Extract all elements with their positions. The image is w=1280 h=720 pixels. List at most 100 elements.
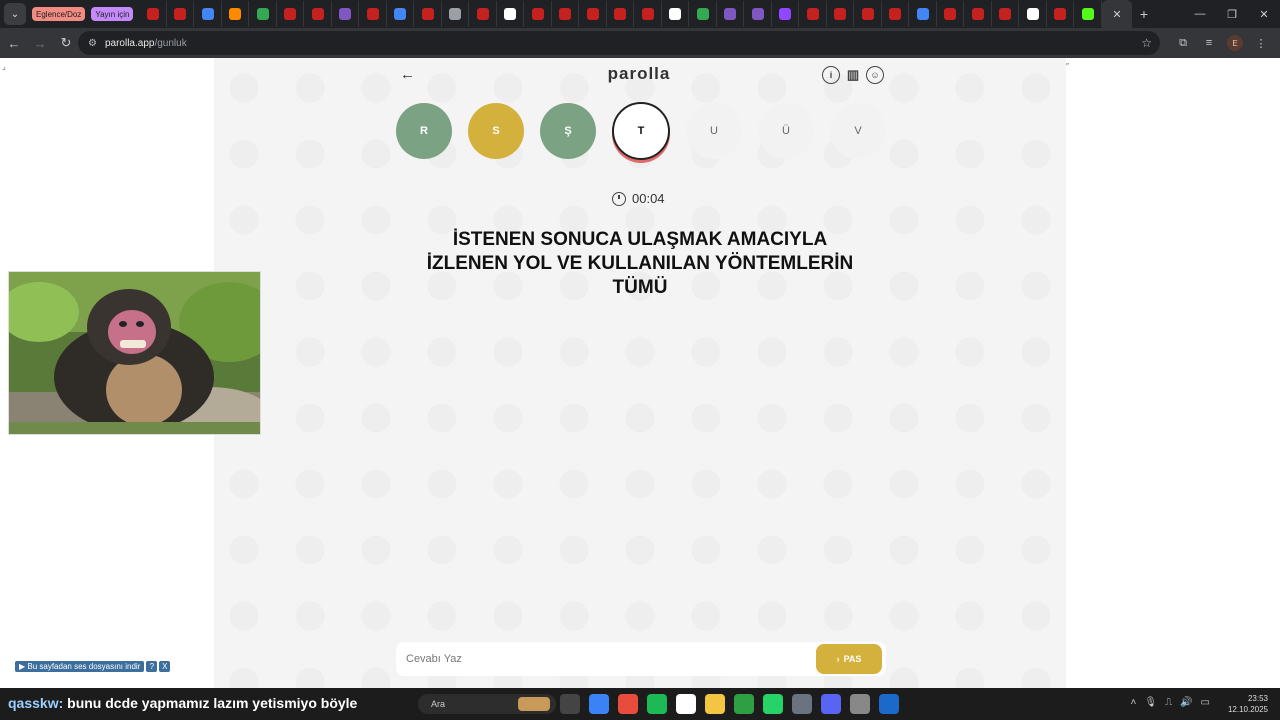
favicon-icon bbox=[229, 8, 242, 20]
tab-favicon[interactable] bbox=[552, 1, 580, 27]
tab-favicon[interactable] bbox=[332, 1, 360, 27]
taskbar-app-icon[interactable] bbox=[589, 694, 609, 714]
tab-favicon[interactable] bbox=[194, 1, 222, 27]
taskbar-app-icon[interactable] bbox=[850, 694, 870, 714]
favicon-icon bbox=[834, 8, 847, 20]
answer-input[interactable] bbox=[396, 653, 816, 665]
favicon-icon bbox=[559, 8, 572, 20]
letter-circle-current: T bbox=[612, 102, 670, 160]
favicon-icon bbox=[449, 8, 462, 20]
new-tab-button[interactable]: + bbox=[1132, 6, 1156, 22]
tab-favicon[interactable] bbox=[717, 1, 745, 27]
letter-circles: RSŞTUÜV bbox=[396, 102, 902, 160]
tab-favicon[interactable] bbox=[634, 1, 662, 27]
address-bar[interactable]: ⚙ parolla.app/gunluk ☆ bbox=[78, 31, 1160, 55]
menu-icon[interactable]: ⋮ bbox=[1248, 37, 1274, 50]
site-info-icon[interactable]: ⚙ bbox=[88, 38, 97, 49]
tab-favicon[interactable] bbox=[579, 1, 607, 27]
favicon-icon bbox=[339, 8, 352, 20]
tab-favicon[interactable] bbox=[854, 1, 882, 27]
favicon-icon bbox=[1026, 8, 1039, 20]
tab-favicon[interactable] bbox=[799, 1, 827, 27]
site-logo[interactable]: parolla bbox=[594, 64, 684, 84]
taskbar-app-icon[interactable] bbox=[705, 694, 725, 714]
extensions-icon[interactable]: ⧉ bbox=[1170, 37, 1196, 50]
system-tray: ˄ 🎙 ⎍ 🔊 ▭ bbox=[1131, 697, 1210, 708]
tab-favicon[interactable] bbox=[607, 1, 635, 27]
network-icon[interactable]: ⎍ bbox=[1165, 697, 1172, 708]
active-tab[interactable]: ✕ bbox=[1101, 0, 1132, 28]
close-tab-icon[interactable]: ✕ bbox=[1112, 8, 1121, 21]
back-arrow-icon[interactable]: ← bbox=[400, 66, 415, 83]
chevron-up-icon[interactable]: ˄ bbox=[1131, 697, 1137, 708]
tab-favicon[interactable] bbox=[937, 1, 965, 27]
favicon-icon bbox=[1054, 8, 1067, 20]
favicon-icon bbox=[586, 8, 599, 20]
battery-icon[interactable]: ▭ bbox=[1201, 697, 1210, 708]
taskbar-search[interactable]: Ara bbox=[418, 694, 556, 714]
pass-button[interactable]: › PAS bbox=[816, 644, 882, 674]
tab-favicon[interactable] bbox=[222, 1, 250, 27]
taskbar-app-icon[interactable] bbox=[560, 694, 580, 714]
tab-favicon[interactable] bbox=[744, 1, 772, 27]
info-icon[interactable]: i bbox=[822, 66, 840, 84]
tab-favicon[interactable] bbox=[964, 1, 992, 27]
taskbar-app-icon[interactable] bbox=[821, 694, 841, 714]
tab-favicon[interactable] bbox=[772, 1, 800, 27]
url-host: parolla.app bbox=[104, 37, 155, 49]
tab-favicon[interactable] bbox=[497, 1, 525, 27]
tab-favicon[interactable] bbox=[882, 1, 910, 27]
tab-favicon[interactable] bbox=[992, 1, 1020, 27]
taskbar-app-icon[interactable] bbox=[792, 694, 812, 714]
favicon-icon bbox=[256, 8, 269, 20]
media-control-icon[interactable]: ≡ bbox=[1196, 37, 1222, 49]
taskbar-app-icon[interactable] bbox=[647, 694, 667, 714]
reload-button[interactable]: ↻ bbox=[54, 35, 78, 51]
taskbar-app-icon[interactable] bbox=[618, 694, 638, 714]
tab-favicon[interactable] bbox=[689, 1, 717, 27]
tab-favicon[interactable] bbox=[827, 1, 855, 27]
tab-favicon[interactable] bbox=[1019, 1, 1047, 27]
sound-download-button[interactable]: ▶ Bu sayfadan ses dosyasını indir bbox=[15, 661, 145, 672]
tab-favicon[interactable] bbox=[414, 1, 442, 27]
help-icon[interactable]: ? bbox=[146, 661, 158, 672]
tab-favicon[interactable] bbox=[139, 1, 167, 27]
tab-group-eglence[interactable]: Eglence/Doz bbox=[32, 7, 86, 21]
tab-favicon[interactable] bbox=[1047, 1, 1075, 27]
restore-button[interactable]: ❐ bbox=[1216, 8, 1248, 21]
forward-button[interactable]: → bbox=[28, 36, 52, 51]
close-window-button[interactable]: ✕ bbox=[1248, 8, 1280, 21]
tab-favicon[interactable] bbox=[249, 1, 277, 27]
tab-favicon[interactable] bbox=[469, 1, 497, 27]
favicon-icon bbox=[669, 8, 682, 20]
tab-favicon[interactable] bbox=[524, 1, 552, 27]
taskbar-clock[interactable]: 23:53 12.10.2025 bbox=[1228, 693, 1268, 715]
tab-favicon[interactable] bbox=[662, 1, 690, 27]
volume-icon[interactable]: 🔊 bbox=[1180, 697, 1192, 708]
tab-favicon[interactable] bbox=[359, 1, 387, 27]
url-path: /gunluk bbox=[154, 37, 187, 49]
profile-avatar[interactable]: E bbox=[1227, 35, 1243, 51]
tab-favicon[interactable] bbox=[304, 1, 332, 27]
clock-time: 23:53 bbox=[1247, 694, 1268, 703]
taskbar-app-icon[interactable] bbox=[879, 694, 899, 714]
tab-favicon[interactable] bbox=[909, 1, 937, 27]
taskbar-app-icon[interactable] bbox=[734, 694, 754, 714]
back-button[interactable]: ← bbox=[2, 36, 26, 51]
tab-favicon[interactable] bbox=[167, 1, 195, 27]
tab-favicon[interactable] bbox=[387, 1, 415, 27]
tab-group-yayin[interactable]: Yayın için bbox=[91, 7, 134, 21]
user-icon[interactable]: ☺ bbox=[866, 66, 884, 84]
tab-search-button[interactable]: ⌄ bbox=[4, 3, 26, 25]
tab-favicon[interactable] bbox=[277, 1, 305, 27]
close-icon[interactable]: X bbox=[159, 661, 171, 672]
stats-icon[interactable]: ▥ bbox=[844, 66, 862, 84]
taskbar-app-icon[interactable] bbox=[676, 694, 696, 714]
minimize-button[interactable]: — bbox=[1184, 8, 1216, 20]
microphone-icon[interactable]: 🎙 bbox=[1144, 697, 1157, 708]
taskbar-app-icon[interactable] bbox=[763, 694, 783, 714]
bookmark-star-icon[interactable]: ☆ bbox=[1141, 36, 1152, 50]
tab-favicon[interactable] bbox=[442, 1, 470, 27]
tab-favicon[interactable] bbox=[1074, 1, 1102, 27]
letter-circle-correct: Ş bbox=[540, 103, 596, 159]
